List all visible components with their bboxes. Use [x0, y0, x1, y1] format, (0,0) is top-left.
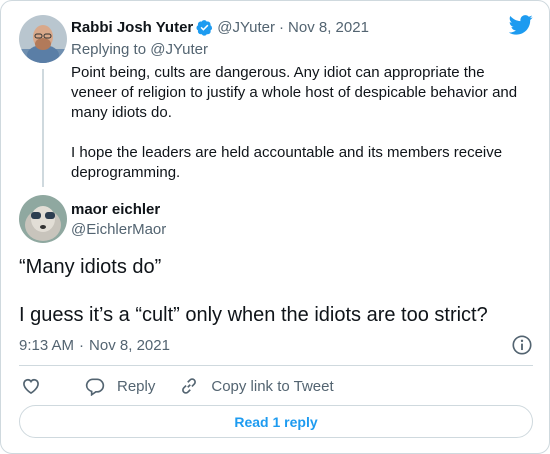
reply-button[interactable]: Reply	[85, 376, 155, 396]
like-button[interactable]	[21, 376, 53, 396]
twitter-bird-icon[interactable]	[508, 15, 533, 40]
separator-dot: ·	[79, 336, 85, 354]
read-replies-label: Read 1 reply	[234, 413, 318, 430]
replying-handle[interactable]: @JYuter	[150, 41, 208, 58]
timestamp-row: 9:13 AM · Nov 8, 2021	[19, 335, 170, 355]
tweet-date[interactable]: Nov 8, 2021	[288, 19, 369, 36]
parent-header: Rabbi Josh Yuter @JYuter · Nov 8, 2021	[71, 17, 369, 37]
author-handle[interactable]: @JYuter	[217, 19, 275, 36]
heart-icon	[23, 378, 39, 395]
read-replies-button[interactable]: Read 1 reply	[19, 405, 533, 438]
thread-connector-line	[42, 69, 44, 187]
reply-icon	[85, 378, 105, 396]
parent-tweet-text: Point being, cults are dangerous. Any id…	[71, 63, 531, 183]
separator-dot: ·	[279, 18, 285, 36]
tweet-embed-card: Rabbi Josh Yuter @JYuter · Nov 8, 2021 R…	[0, 0, 550, 454]
replying-to: Replying to @JYuter	[71, 39, 208, 59]
reply-label: Reply	[117, 377, 156, 395]
divider	[19, 365, 533, 366]
main-line-2: I guess it’s a “cult” only when the idio…	[19, 304, 488, 326]
tweet-time[interactable]: 9:13 AM	[19, 337, 74, 354]
avatar[interactable]	[19, 15, 67, 63]
action-bar: Reply Copy link to Tweet	[21, 375, 334, 397]
tweet-date[interactable]: Nov 8, 2021	[89, 337, 170, 354]
main-line-1: “Many idiots do”	[19, 256, 162, 278]
main-header-handle-row: @EichlerMaor	[71, 219, 166, 239]
parent-paragraph-2: I hope the leaders are held accountable …	[71, 144, 503, 181]
copy-link-label: Copy link to Tweet	[211, 377, 334, 395]
author-name[interactable]: Rabbi Josh Yuter	[71, 19, 193, 36]
verified-badge-icon	[196, 19, 213, 36]
main-header-name-row: maor eichler	[71, 199, 160, 219]
info-icon[interactable]	[511, 334, 533, 361]
replying-prefix: Replying to	[71, 40, 151, 58]
parent-paragraph-1: Point being, cults are dangerous. Any id…	[71, 64, 518, 121]
author-name[interactable]: maor eichler	[71, 201, 160, 218]
main-tweet-text: “Many idiots do” I guess it’s a “cult” o…	[19, 255, 534, 327]
avatar[interactable]	[19, 195, 67, 243]
copy-link-button[interactable]: Copy link to Tweet	[179, 376, 334, 396]
author-handle[interactable]: @EichlerMaor	[71, 221, 166, 238]
link-icon	[182, 378, 197, 394]
